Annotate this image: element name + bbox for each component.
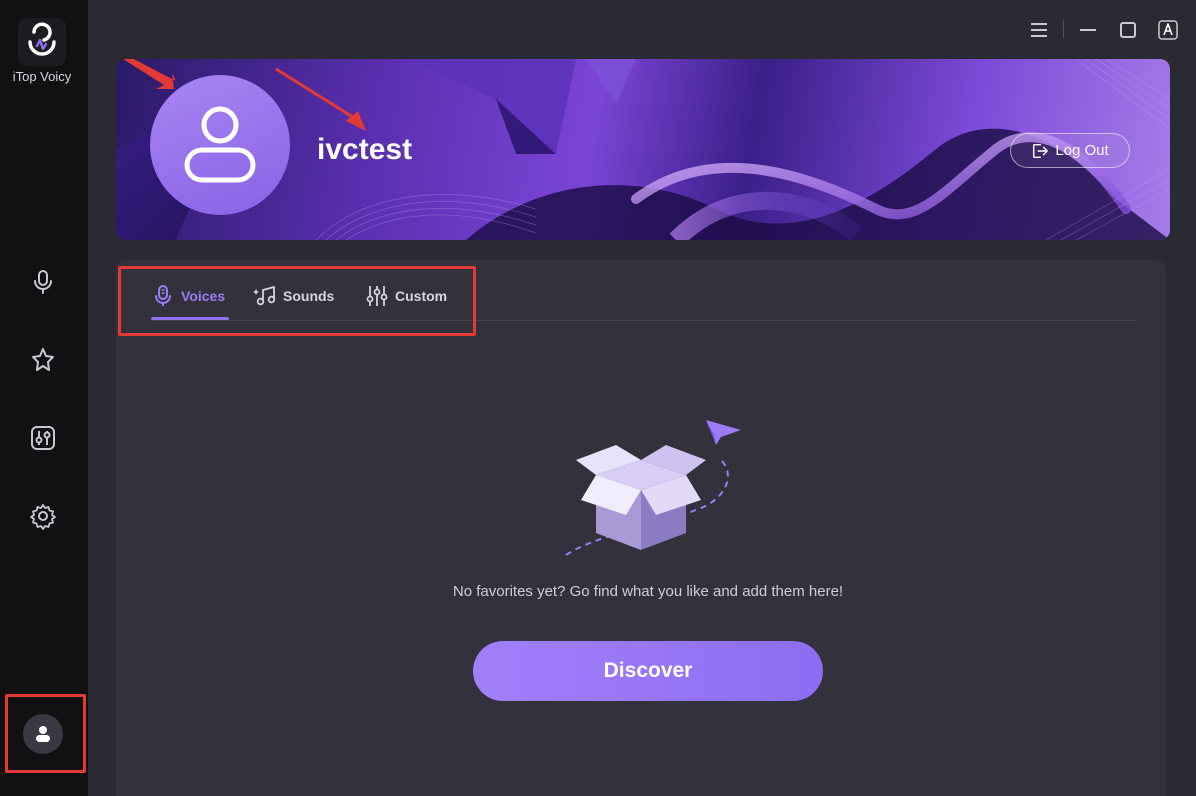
window-controls-divider [1063,20,1064,38]
translate-icon [1158,20,1178,40]
minimize-icon [1080,29,1096,31]
tabs-divider [151,320,1136,321]
favorites-panel: Voices Sounds Custom No favorites yet? G… [116,260,1166,796]
menu-button[interactable] [1025,16,1053,44]
user-avatar-icon [36,726,50,742]
menu-icon [1031,23,1047,37]
sidebar-item-voice-changer[interactable] [27,266,59,298]
maximize-button[interactable] [1114,16,1142,44]
tab-sounds-label: Sounds [283,288,335,304]
discover-button[interactable]: Discover [473,641,823,701]
tab-voices-label: Voices [181,288,226,304]
microphone-icon [34,270,52,294]
gear-icon [30,504,56,530]
user-profile-icon [184,106,256,183]
sliders-icon [366,286,388,306]
music-note-icon [253,286,276,306]
tab-voices[interactable]: Voices [151,282,225,310]
account-button[interactable] [23,714,63,754]
logout-label: Log Out [1055,142,1109,159]
tab-custom-label: Custom [395,288,448,304]
profile-username: ivctest [317,133,413,166]
minimize-button[interactable] [1074,16,1102,44]
star-icon [32,348,54,371]
empty-state-message: No favorites yet? Go find what you like … [452,583,844,600]
logout-button[interactable]: Log Out [1010,133,1130,168]
favorites-tabs: Voices Sounds Custom [116,260,1166,322]
sidebar-item-effects[interactable] [27,344,59,376]
mic-tab-icon [155,285,171,306]
equalizer-icon [31,426,55,450]
empty-box-illustration [565,420,741,556]
logout-icon [1033,143,1049,158]
sidebar: iTop Voicy [0,0,88,796]
sidebar-item-mixer[interactable] [27,422,59,454]
maximize-icon [1120,22,1136,38]
profile-avatar[interactable] [150,75,290,215]
profile-banner: ivctest Log Out [116,59,1170,240]
tab-custom[interactable]: Custom [365,282,447,310]
sidebar-item-settings[interactable] [27,500,59,532]
app-logo-icon[interactable] [18,18,66,66]
tab-sounds[interactable]: Sounds [253,282,334,310]
app-name: iTop Voicy [12,69,72,84]
translate-button[interactable] [1154,16,1182,44]
